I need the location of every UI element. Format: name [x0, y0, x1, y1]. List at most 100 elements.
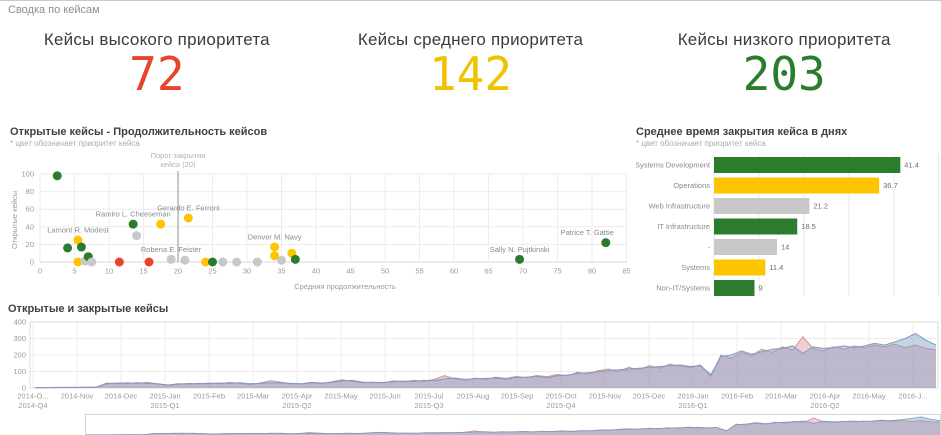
scatter-point[interactable]: [132, 231, 142, 241]
bar[interactable]: [714, 177, 880, 194]
bar[interactable]: [714, 280, 755, 296]
kpi-high-priority-value: 72: [129, 47, 185, 101]
scatter-point[interactable]: [208, 257, 217, 267]
axis-tick-label: 25: [208, 267, 216, 276]
scatter-point[interactable]: [52, 171, 62, 181]
scatter-point[interactable]: [183, 213, 193, 223]
threshold-label: Порог закрытия: [151, 151, 206, 160]
quarter-tick-label: 2015-Q2: [282, 401, 311, 410]
scatter-point[interactable]: [128, 219, 138, 229]
bar-value-label: 14: [781, 243, 789, 252]
time-navigator[interactable]: [85, 414, 941, 435]
month-tick-label: 2015-Apr: [282, 392, 313, 401]
month-tick-label: 2016-Jan: [677, 392, 708, 401]
axis-tick-label: 200: [13, 351, 26, 360]
axis-tick-label: 85: [622, 267, 630, 276]
scatter-point[interactable]: [76, 242, 86, 252]
month-tick-label: 2016-Feb: [721, 392, 753, 401]
kpi-high-priority: Кейсы высокого приоритета 72: [0, 30, 314, 98]
kpi-low-priority: Кейсы низкого приоритета 203: [627, 30, 941, 98]
axis-tick-label: 80: [588, 267, 596, 276]
bar-value-label: 9: [759, 284, 763, 293]
bar-category-label: Non-IT/Systems: [656, 284, 710, 293]
bar-chart-card: Среднее время закрытия кейса в днях * цв…: [636, 126, 941, 305]
bar[interactable]: [714, 259, 766, 276]
scatter-point[interactable]: [156, 219, 166, 229]
scatter-point-label: Robena E. Feister: [141, 245, 202, 254]
axis-tick-label: 400: [13, 318, 26, 327]
axis-tick-label: 35: [277, 267, 285, 276]
axis-tick-label: 0: [38, 267, 42, 276]
month-tick-label: 2015-Nov: [589, 392, 622, 401]
month-tick-label: 2015-Mar: [237, 392, 270, 401]
quarter-tick-label: 2016-Q2: [810, 401, 839, 410]
quarter-tick-label: 2015-Q1: [150, 401, 179, 410]
month-tick-label: 2015-Jun: [369, 392, 400, 401]
bar[interactable]: [714, 157, 901, 173]
x-axis-title: Средняя продолжительность: [294, 282, 396, 291]
scatter-chart-subtitle: * цвет обозначает приоритет кейса: [10, 139, 140, 148]
scatter-point[interactable]: [166, 254, 176, 264]
month-tick-label: 2014-O...: [17, 392, 48, 401]
scatter-point[interactable]: [515, 254, 525, 264]
month-tick-label: 2016-J...: [898, 392, 927, 401]
axis-tick-label: 45: [346, 267, 354, 276]
scatter-point[interactable]: [180, 255, 190, 265]
scatter-plot[interactable]: 0 20 40 60 80 100 0 5 10 15 20 25 30 35 40 45 50 55 60 65 70…: [10, 150, 630, 305]
bar-category-label: -: [708, 243, 711, 252]
axis-tick-label: 80: [26, 187, 34, 196]
axis-tick-label: 70: [519, 267, 527, 276]
month-tick-label: 2015-Oct: [546, 392, 578, 401]
scatter-point[interactable]: [114, 257, 124, 267]
axis-tick-label: 0: [30, 258, 34, 267]
scatter-point[interactable]: [218, 257, 228, 267]
bar-category-label: IT Infrastructure: [657, 222, 710, 231]
threshold-label: кейса (20): [160, 160, 196, 169]
scatter-point[interactable]: [87, 257, 97, 267]
scatter-point[interactable]: [290, 254, 300, 264]
bar-category-label: Web Infrastructure: [648, 202, 710, 211]
axis-tick-label: 65: [484, 267, 492, 276]
axis-tick-label: 40: [26, 222, 34, 231]
bar-value-label: 18.5: [801, 222, 816, 231]
scatter-point-label: Sally N. Pujtkinski: [490, 245, 550, 254]
timeline-chart-card: Открытые и закрытые кейсы 0 100 200 300 400 2…: [8, 303, 941, 413]
kpi-row: Кейсы высокого приоритета 72 Кейсы средн…: [0, 30, 941, 98]
month-tick-label: 2015-May: [324, 392, 358, 401]
bar-chart-subtitle: * цвет обозначает приоритет кейса: [636, 139, 766, 148]
timeline-plot[interactable]: 01002003004002014-O... 2014-Nov 2014-Dec 20…: [8, 317, 941, 413]
axis-tick-label: 100: [21, 170, 34, 179]
bar[interactable]: [714, 218, 798, 235]
month-tick-label: 2015-Jan: [149, 392, 180, 401]
bar-category-label: Operations: [673, 181, 710, 190]
scatter-point[interactable]: [63, 243, 73, 253]
scatter-point-label: Patrice T. Gattie: [561, 228, 614, 237]
scatter-chart-card: Открытые кейсы - Продолжительность кейсо…: [10, 126, 632, 305]
quarter-tick-label: 2014-Q4: [18, 401, 47, 410]
bar[interactable]: [714, 198, 810, 214]
axis-tick-label: 20: [26, 240, 34, 249]
y-axis-title: Открытые кейсы: [10, 191, 19, 249]
time-navigator-minichart[interactable]: [86, 415, 940, 435]
month-tick-label: 2015-Dec: [633, 392, 666, 401]
sheet-title[interactable]: Сводка по кейсам: [8, 4, 100, 16]
scatter-point[interactable]: [270, 242, 280, 252]
bar[interactable]: [714, 239, 777, 255]
scatter-point[interactable]: [277, 255, 286, 265]
axis-tick-label: 10: [105, 267, 113, 276]
bar-category-label: Systems: [681, 263, 710, 272]
month-tick-label: 2015-Aug: [457, 392, 490, 401]
axis-tick-label: 100: [13, 367, 26, 376]
axis-tick-label: 75: [553, 267, 561, 276]
bar-plot[interactable]: Systems Development 41.4 Operations 36.7 Web…: [636, 150, 941, 305]
quarter-tick-label: 2016-Q1: [678, 401, 707, 410]
sheet-title-bar: Сводка по кейсам: [0, 0, 941, 18]
scatter-point[interactable]: [252, 257, 262, 267]
axis-tick-label: 20: [174, 267, 182, 276]
scatter-point[interactable]: [232, 257, 242, 267]
axis-tick-label: 5: [72, 267, 76, 276]
scatter-point[interactable]: [144, 257, 154, 267]
bar-category-label: Systems Development: [636, 161, 711, 170]
axis-tick-label: 50: [381, 267, 389, 276]
scatter-point[interactable]: [601, 238, 611, 248]
